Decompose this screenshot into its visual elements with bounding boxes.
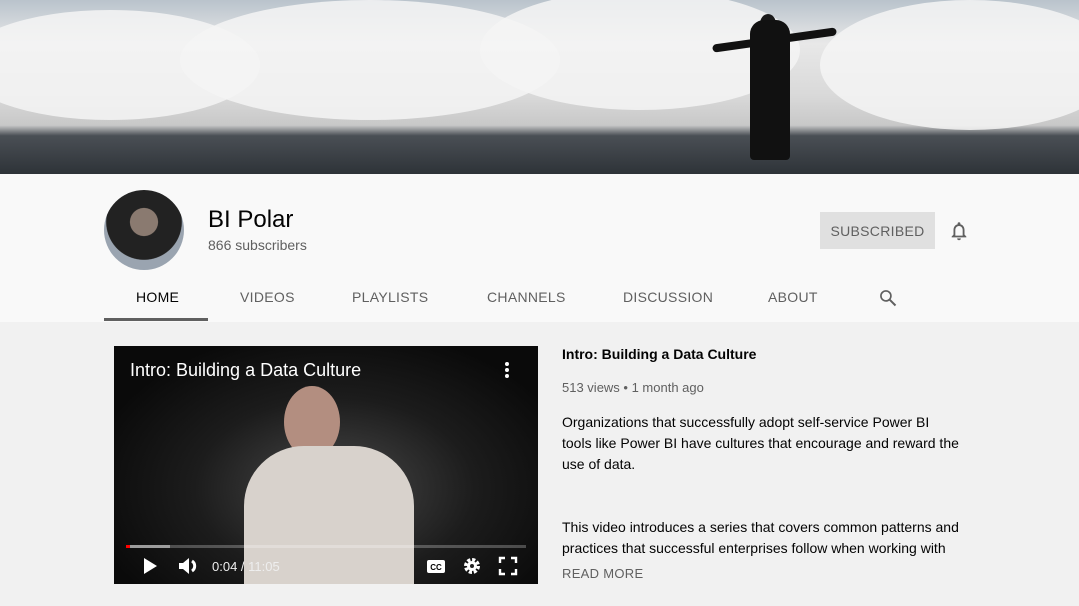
tab-discussion[interactable]: DISCUSSION bbox=[623, 289, 713, 305]
tab-videos[interactable]: VIDEOS bbox=[240, 289, 295, 305]
play-icon[interactable] bbox=[140, 556, 160, 576]
svg-text:CC: CC bbox=[430, 563, 442, 572]
view-count: 513 views bbox=[562, 380, 620, 395]
tab-about[interactable]: ABOUT bbox=[768, 289, 818, 305]
subscribed-button[interactable]: SUBSCRIBED bbox=[820, 212, 935, 249]
time-display: 0:04 / 11:05 bbox=[212, 559, 280, 574]
search-icon[interactable] bbox=[878, 288, 898, 308]
more-vert-icon[interactable] bbox=[500, 360, 514, 380]
channel-banner bbox=[0, 0, 1079, 174]
channel-avatar[interactable] bbox=[104, 190, 184, 270]
settings-gear-icon[interactable] bbox=[462, 556, 482, 576]
read-more-link[interactable]: READ MORE bbox=[562, 566, 643, 581]
video-meta: 513 views • 1 month ago bbox=[562, 380, 704, 395]
video-player[interactable]: Intro: Building a Data Culture 0:04 / 11… bbox=[114, 346, 538, 584]
tab-channels[interactable]: CHANNELS bbox=[487, 289, 566, 305]
channel-title: BI Polar bbox=[208, 206, 294, 233]
description-paragraph: This video introduces a series that cove… bbox=[562, 519, 959, 556]
subscriber-count: 866 subscribers bbox=[208, 237, 307, 253]
player-title[interactable]: Intro: Building a Data Culture bbox=[130, 360, 361, 381]
bell-icon[interactable] bbox=[948, 219, 970, 243]
tab-home[interactable]: HOME bbox=[136, 289, 179, 305]
upload-age: 1 month ago bbox=[631, 380, 704, 395]
description-paragraph: Organizations that successfully adopt se… bbox=[562, 414, 959, 472]
volume-icon[interactable] bbox=[178, 556, 200, 576]
captions-icon[interactable]: CC bbox=[426, 556, 446, 576]
fullscreen-icon[interactable] bbox=[498, 556, 518, 576]
active-tab-indicator bbox=[104, 318, 208, 321]
featured-video-title[interactable]: Intro: Building a Data Culture bbox=[562, 346, 756, 362]
tab-playlists[interactable]: PLAYLISTS bbox=[352, 289, 428, 305]
progress-bar[interactable] bbox=[126, 545, 526, 548]
